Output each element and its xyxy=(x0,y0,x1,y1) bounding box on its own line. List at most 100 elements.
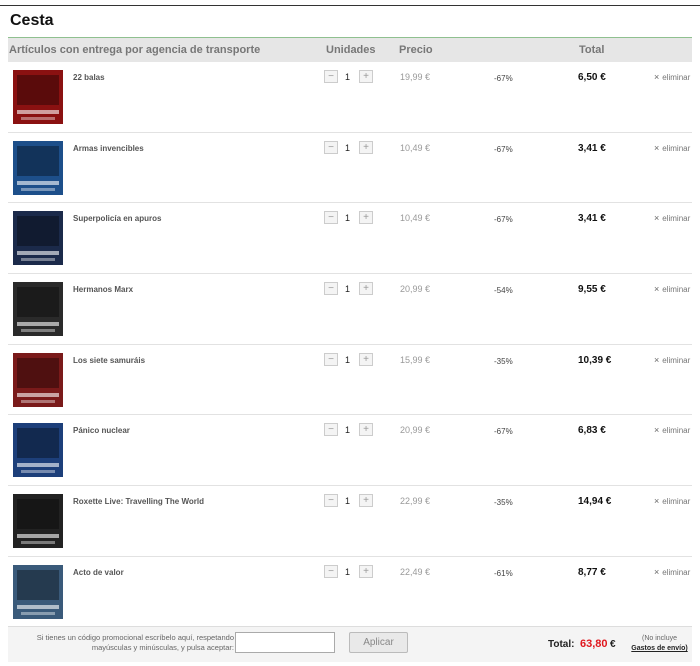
movie-cover-icon[interactable] xyxy=(13,352,63,407)
increase-quantity-button[interactable]: + xyxy=(359,423,373,437)
promo-code-input[interactable] xyxy=(235,632,335,653)
remove-item-label: eliminar xyxy=(662,73,691,82)
cart-item-row: Roxette Live: Travelling The World −1 +22,… xyxy=(8,486,692,557)
item-discount: -35% xyxy=(494,356,513,366)
movie-cover-icon[interactable] xyxy=(13,70,63,124)
remove-item-label: eliminar xyxy=(662,143,691,153)
item-quantity: 1 xyxy=(345,213,351,224)
close-icon: × xyxy=(654,566,660,577)
item-quantity: 1 xyxy=(345,496,351,507)
item-price: 10,49 € xyxy=(400,142,431,153)
promo-instructions: Si tienes un código promocional escríbel… xyxy=(36,633,234,652)
movie-cover-icon[interactable] xyxy=(13,494,63,549)
item-price: 19,99 € xyxy=(400,72,431,82)
close-icon: × xyxy=(654,425,660,436)
header-total: Total xyxy=(579,44,605,56)
item-quantity: 1 xyxy=(345,284,351,295)
item-title[interactable]: Roxette Live: Travelling The World xyxy=(73,497,204,506)
decrease-quantity-button[interactable]: − xyxy=(324,140,338,154)
item-title[interactable]: Los siete samuráis xyxy=(73,356,145,365)
remove-item-button[interactable]: × eliminar xyxy=(654,496,690,506)
apply-promo-button[interactable]: Aplicar xyxy=(349,632,408,653)
item-quantity: 1 xyxy=(345,425,351,436)
item-title[interactable]: Superpolicía en apuros xyxy=(73,214,161,223)
increase-quantity-button[interactable]: + xyxy=(359,140,373,154)
cart-rows: 22 balas −1 +19,99 € -67% 6,50 € × eliminar Arm… xyxy=(8,62,692,628)
item-line-total: 8,77 € xyxy=(578,566,606,578)
page-title: Cesta xyxy=(10,12,54,29)
item-quantity: 1 xyxy=(345,72,351,82)
cart-item-row: Armas invencibles −1 +10,49 € -67% 3,41 € × el… xyxy=(8,133,692,204)
increase-quantity-button[interactable]: + xyxy=(359,352,373,366)
item-line-total: 10,39 € xyxy=(578,354,612,366)
close-icon: × xyxy=(654,142,660,153)
increase-quantity-button[interactable]: + xyxy=(359,564,373,578)
decrease-quantity-button[interactable]: − xyxy=(324,211,338,225)
item-title[interactable]: Acto de valor xyxy=(73,568,124,577)
decrease-quantity-button[interactable]: − xyxy=(324,564,338,578)
movie-cover-icon[interactable] xyxy=(13,140,63,195)
item-line-total: 3,41 € xyxy=(578,213,606,225)
decrease-quantity-button[interactable]: − xyxy=(324,352,338,366)
close-icon: × xyxy=(654,354,660,365)
remove-item-button[interactable]: × eliminar xyxy=(654,143,690,153)
top-divider xyxy=(0,5,700,6)
cart-total-currency: € xyxy=(610,639,616,650)
remove-item-label: eliminar xyxy=(662,426,691,436)
header-units: Unidades xyxy=(326,44,376,56)
shipping-costs-link[interactable]: Gastos de envío) xyxy=(631,645,687,652)
remove-item-label: eliminar xyxy=(662,355,691,365)
movie-cover-icon[interactable] xyxy=(13,211,63,266)
item-price: 22,99 € xyxy=(400,496,431,507)
item-discount: -54% xyxy=(494,286,513,296)
decrease-quantity-button[interactable]: − xyxy=(324,494,338,508)
close-icon: × xyxy=(654,72,660,82)
cart-item-row: Los siete samuráis −1 +15,99 € -35% 10,39 € ×… xyxy=(8,345,692,416)
remove-item-label: eliminar xyxy=(662,285,691,295)
item-title[interactable]: Pánico nuclear xyxy=(73,426,130,435)
shipping-note: (No incluye Gastos de envío) xyxy=(627,634,692,654)
cart-total-value: 63,80 xyxy=(580,638,608,650)
remove-item-button[interactable]: × eliminar xyxy=(654,284,690,294)
increase-quantity-button[interactable]: + xyxy=(359,282,373,296)
item-line-total: 6,83 € xyxy=(578,425,606,437)
cart-footer: Si tienes un código promocional escríbel… xyxy=(8,626,692,662)
remove-item-label: eliminar xyxy=(662,214,691,224)
close-icon: × xyxy=(654,213,660,224)
item-discount: -67% xyxy=(494,144,513,154)
decrease-quantity-button[interactable]: − xyxy=(324,282,338,296)
item-quantity: 1 xyxy=(345,566,351,577)
cart-item-row: Acto de valor −1 +22,49 € -61% 8,77 € × elimin… xyxy=(8,557,692,628)
item-quantity: 1 xyxy=(345,354,351,365)
header-articles: Artículos con entrega por agencia de tra… xyxy=(9,44,261,56)
cart-item-row: 22 balas −1 +19,99 € -67% 6,50 € × eliminar xyxy=(8,62,692,133)
item-line-total: 3,41 € xyxy=(578,142,606,154)
item-title[interactable]: Armas invencibles xyxy=(73,144,144,153)
item-line-total: 9,55 € xyxy=(578,284,606,296)
shipping-note-text: (No incluye xyxy=(641,635,677,642)
item-price: 20,99 € xyxy=(400,425,431,436)
movie-cover-icon[interactable] xyxy=(13,282,63,337)
increase-quantity-button[interactable]: + xyxy=(359,211,373,225)
remove-item-button[interactable]: × eliminar xyxy=(654,213,690,223)
decrease-quantity-button[interactable]: − xyxy=(324,423,338,437)
item-quantity: 1 xyxy=(345,142,351,153)
increase-quantity-button[interactable]: + xyxy=(359,494,373,508)
close-icon: × xyxy=(654,496,660,507)
cart-item-row: Hermanos Marx −1 +20,99 € -54% 9,55 € × elimin… xyxy=(8,274,692,345)
remove-item-button[interactable]: × eliminar xyxy=(654,355,690,365)
movie-cover-icon[interactable] xyxy=(13,423,63,478)
item-line-total: 14,94 € xyxy=(578,496,612,508)
item-title[interactable]: 22 balas xyxy=(73,73,105,82)
item-discount: -67% xyxy=(494,74,513,83)
increase-quantity-button[interactable]: + xyxy=(359,70,373,83)
item-price: 15,99 € xyxy=(400,354,431,365)
decrease-quantity-button[interactable]: − xyxy=(324,70,338,83)
remove-item-label: eliminar xyxy=(662,497,691,507)
item-title[interactable]: Hermanos Marx xyxy=(73,285,133,294)
remove-item-button[interactable]: × eliminar xyxy=(654,425,690,435)
movie-cover-icon[interactable] xyxy=(13,564,63,619)
remove-item-button[interactable]: × eliminar xyxy=(654,72,690,82)
cart-item-row: Pánico nuclear −1 +20,99 € -67% 6,83 € × elimi… xyxy=(8,415,692,487)
remove-item-button[interactable]: × eliminar xyxy=(654,567,690,577)
